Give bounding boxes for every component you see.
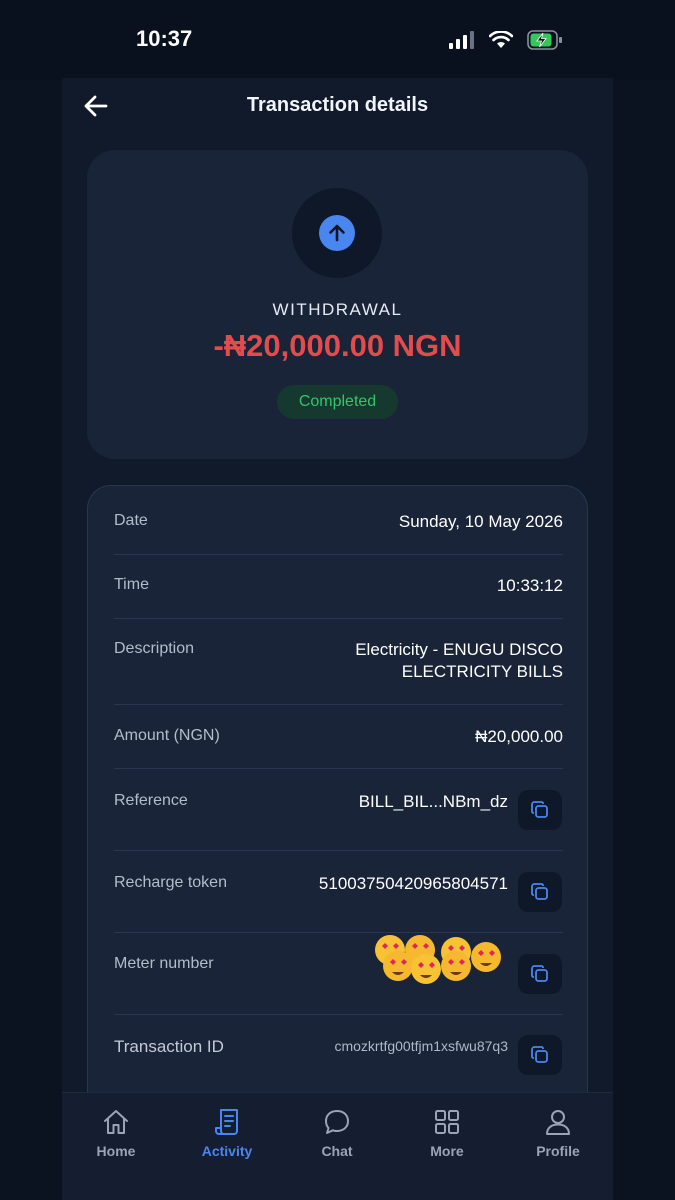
nav-label-home: Home [96, 1143, 136, 1159]
time-value: 10:33:12 [496, 576, 563, 595]
arrow-up-icon [329, 224, 345, 242]
detail-row-amount: Amount (NGN) ₦20,000.00 [114, 705, 563, 769]
amount-label: Amount (NGN) [114, 727, 220, 744]
battery-icon [527, 30, 562, 50]
copy-icon [531, 1046, 548, 1063]
status-bar: 10:37 [0, 0, 675, 80]
nav-label-profile: Profile [536, 1143, 580, 1159]
time-label: Time [114, 576, 149, 593]
detail-row-recharge-token: Recharge token 51003750420965804571 [114, 851, 563, 933]
home-icon [104, 1110, 128, 1134]
withdrawal-icon-badge [319, 215, 355, 251]
nav-item-more[interactable]: More [402, 1107, 492, 1167]
receipt-icon [215, 1109, 238, 1135]
nav-item-activity[interactable]: Activity [182, 1107, 272, 1167]
recharge-token-value: 51003750420965804571 [318, 874, 508, 893]
copy-icon [531, 965, 548, 982]
detail-row-meter-number: Meter number [114, 933, 563, 1015]
meter-number-label: Meter number [114, 955, 214, 972]
detail-row-reference: Reference BILL_BIL...NBm_dz [114, 769, 563, 851]
detail-row-date: Date Sunday, 10 May 2026 [114, 486, 563, 555]
copy-transaction-id-button[interactable] [518, 1035, 562, 1075]
detail-row-time: Time 10:33:12 [114, 555, 563, 619]
grid-icon [435, 1110, 459, 1134]
copy-reference-button[interactable] [518, 790, 562, 830]
transaction-icon-circle [292, 188, 382, 278]
header: Transaction details [62, 78, 613, 134]
transaction-summary-card: WITHDRAWAL -₦20,000.00 NGN Completed [87, 150, 588, 459]
description-line-1: Electricity - ENUGU DISCO [355, 640, 563, 659]
transaction-details-screen: Transaction details WITHDRAWAL -₦20,000.… [62, 78, 613, 1200]
chat-icon [325, 1110, 349, 1134]
transaction-amount: -₦20,000.00 NGN [213, 328, 462, 363]
amount-value: ₦20,000.00 [475, 727, 563, 746]
wifi-icon [489, 31, 513, 48]
user-icon [546, 1110, 570, 1135]
recharge-token-label: Recharge token [114, 874, 227, 891]
transaction-details-card: Date Sunday, 10 May 2026 Time 10:33:12 D… [87, 485, 588, 1125]
nav-item-profile[interactable]: Profile [513, 1107, 603, 1167]
description-line-2: ELECTRICITY BILLS [401, 662, 563, 681]
reference-label: Reference [114, 792, 188, 809]
status-badge: Completed [277, 385, 398, 419]
page-title: Transaction details [246, 94, 429, 116]
nav-label-activity: Activity [201, 1143, 253, 1159]
nav-item-home[interactable]: Home [71, 1107, 161, 1167]
nav-item-chat[interactable]: Chat [292, 1107, 382, 1167]
copy-meter-number-button[interactable] [518, 954, 562, 994]
transaction-id-value: cmozkrtfg00tfjm1xsfwu87q3 [334, 1038, 508, 1054]
detail-row-transaction-id: Transaction ID cmozkrtfg00tfjm1xsfwu87q3 [114, 1015, 563, 1097]
transaction-id-label: Transaction ID [114, 1037, 224, 1056]
description-value: Electricity - ENUGU DISCO ELECTRICITY BI… [355, 639, 563, 683]
detail-row-description: Description Electricity - ENUGU DISCO EL… [114, 619, 563, 705]
bottom-nav: Home Activity Chat More Profile [62, 1092, 613, 1200]
reference-value: BILL_BIL...NBm_dz [358, 792, 508, 811]
copy-icon [531, 801, 548, 818]
nav-label-chat: Chat [321, 1143, 353, 1159]
status-time: 10:37 [136, 26, 193, 51]
nav-label-more: More [430, 1143, 464, 1159]
signal-icon [449, 31, 474, 49]
description-label: Description [114, 640, 195, 657]
date-value: Sunday, 10 May 2026 [398, 512, 563, 531]
copy-recharge-token-button[interactable] [518, 872, 562, 912]
copy-icon [531, 883, 548, 900]
status-icons [449, 30, 563, 50]
redaction-emoji-icon [375, 935, 501, 984]
transaction-type: WITHDRAWAL [272, 300, 403, 319]
date-label: Date [114, 512, 148, 529]
